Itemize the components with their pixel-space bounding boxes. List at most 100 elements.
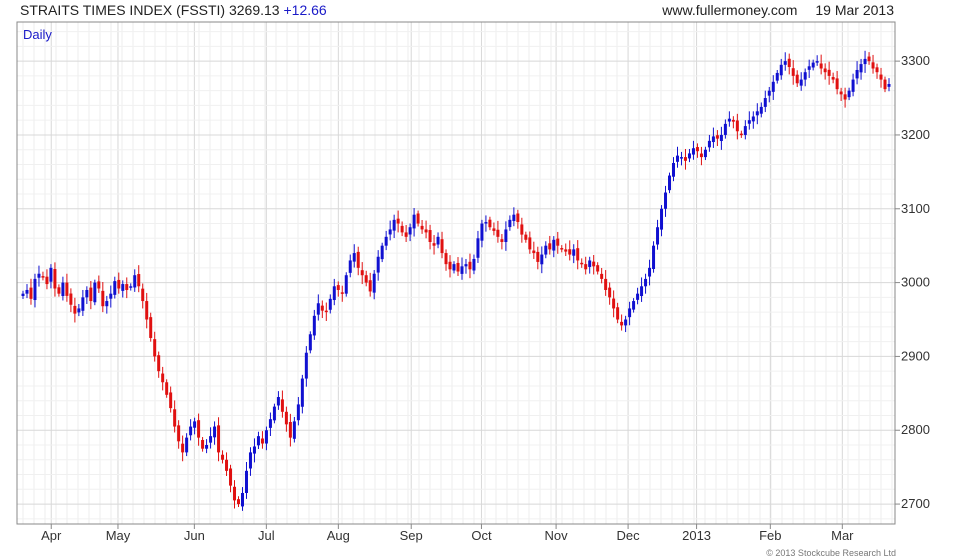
candle-body xyxy=(89,287,93,302)
candle-body xyxy=(332,286,336,301)
candle-body xyxy=(252,446,256,454)
candle-body xyxy=(484,222,488,224)
candle-body xyxy=(149,317,153,338)
candle-body xyxy=(320,305,324,311)
candle-body xyxy=(488,219,492,228)
x-tick-label: Sep xyxy=(400,528,423,543)
candle-body xyxy=(145,301,149,320)
candle-body xyxy=(592,261,596,267)
candle-body xyxy=(276,397,280,406)
x-tick-label: May xyxy=(106,528,131,543)
period-label: Daily xyxy=(23,27,52,42)
candle-body xyxy=(25,289,29,294)
y-tick-label: 3200 xyxy=(901,127,930,142)
x-tick-label: Nov xyxy=(545,528,569,543)
candle-body xyxy=(109,293,113,299)
candle-body xyxy=(280,399,284,412)
candle-body xyxy=(153,339,157,357)
candle-body xyxy=(177,425,181,442)
candle-body xyxy=(851,79,855,92)
candle-body xyxy=(272,406,276,421)
candle-body xyxy=(316,303,320,315)
candle-body xyxy=(695,147,699,152)
candle-body xyxy=(524,234,528,240)
candle-body xyxy=(352,253,356,262)
candle-body xyxy=(703,149,707,158)
candle-body xyxy=(787,58,791,68)
candle-body xyxy=(113,281,117,295)
candle-body xyxy=(528,237,532,250)
candle-body xyxy=(608,287,612,298)
candle-body xyxy=(544,245,548,255)
candle-body xyxy=(364,275,368,283)
candle-body xyxy=(416,213,420,224)
candle-body xyxy=(552,239,556,251)
candle-body xyxy=(584,264,588,270)
candle-body xyxy=(616,307,620,320)
copyright-note: © 2013 Stockcube Research Ltd xyxy=(766,548,896,558)
x-tick-label: Jun xyxy=(184,528,205,543)
candle-body xyxy=(37,273,41,278)
candle-body xyxy=(775,72,779,81)
candle-body xyxy=(408,227,412,235)
candle-body xyxy=(452,264,456,271)
candle-body xyxy=(723,123,727,135)
candle-body xyxy=(656,227,660,245)
candle-body xyxy=(77,308,81,313)
candle-body xyxy=(759,106,763,114)
candle-body xyxy=(129,286,133,288)
x-tick-label: Aug xyxy=(327,528,350,543)
candle-body xyxy=(185,437,189,453)
candle-body xyxy=(181,443,185,453)
candle-body xyxy=(548,243,552,250)
candle-body xyxy=(660,208,664,230)
candle-body xyxy=(783,61,787,65)
candle-body xyxy=(628,308,632,318)
candle-body xyxy=(193,421,197,428)
y-tick-label: 3300 xyxy=(901,53,930,68)
candle-body xyxy=(871,62,875,69)
x-tick-label: 2013 xyxy=(682,528,711,543)
candle-body xyxy=(396,218,400,224)
candle-body xyxy=(795,74,799,84)
candle-body xyxy=(260,438,264,444)
candle-body xyxy=(388,229,392,235)
candle-body xyxy=(648,267,652,277)
candle-body xyxy=(348,260,352,273)
candle-body xyxy=(540,254,544,265)
candle-body xyxy=(412,214,416,229)
candle-body xyxy=(161,373,165,383)
candle-body xyxy=(779,64,783,76)
candle-body xyxy=(440,239,444,254)
candle-body xyxy=(668,175,672,191)
x-tick-label: Apr xyxy=(41,528,62,543)
plot-frame xyxy=(16,21,896,525)
candle-body xyxy=(324,310,328,313)
candle-body xyxy=(404,232,408,237)
candle-body xyxy=(49,267,53,282)
x-tick-label: Dec xyxy=(617,528,641,543)
candle-body xyxy=(683,157,687,161)
candle-body xyxy=(384,236,388,246)
candle-body xyxy=(632,301,636,310)
candle-body xyxy=(827,69,831,76)
candle-body xyxy=(121,284,125,291)
candle-body xyxy=(620,321,624,326)
candle-body xyxy=(448,261,452,270)
candle-body xyxy=(456,262,460,272)
candle-body xyxy=(715,135,719,139)
x-tick-label: Oct xyxy=(471,528,492,543)
candle-body xyxy=(268,419,272,428)
candle-body xyxy=(675,155,679,162)
candle-body xyxy=(747,120,751,124)
candle-body xyxy=(691,148,695,155)
candle-body xyxy=(516,213,520,223)
candle-body xyxy=(576,248,580,261)
candle-body xyxy=(288,421,292,438)
candle-body xyxy=(612,298,616,309)
candle-body xyxy=(264,430,268,444)
candle-body xyxy=(296,404,300,421)
candle-body xyxy=(237,499,241,505)
candle-body xyxy=(771,81,775,92)
candle-body xyxy=(596,265,600,272)
